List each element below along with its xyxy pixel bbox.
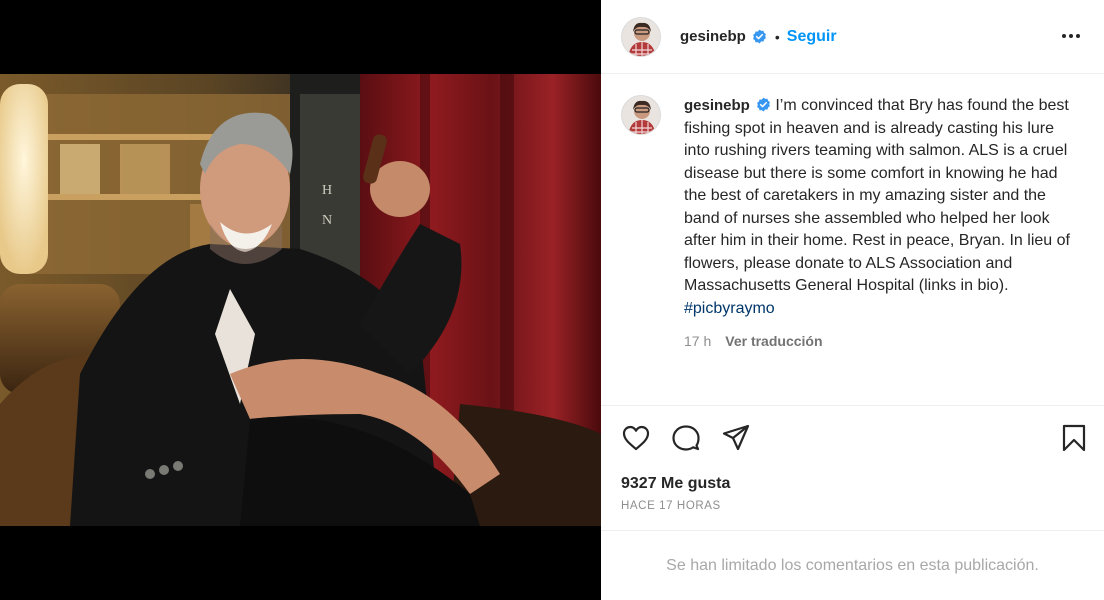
share-icon[interactable] xyxy=(721,423,751,453)
post-photo-image: H N xyxy=(0,74,601,526)
comments-area: gesinebp I’m convinced that Bry has foun… xyxy=(601,75,1104,406)
post-photo[interactable]: H N xyxy=(0,74,601,526)
avatar-image xyxy=(622,17,660,56)
post-modal: H N gesinebp • Seguir gesinebp I’m convi… xyxy=(0,0,1104,600)
svg-text:H: H xyxy=(322,183,332,198)
caption: gesinebp I’m convinced that Bry has foun… xyxy=(684,95,1076,353)
comment-icon[interactable] xyxy=(671,423,701,453)
caption-text: I’m convinced that Bry has found the bes… xyxy=(684,97,1070,294)
caption-avatar[interactable] xyxy=(621,95,661,135)
action-bar xyxy=(601,407,1104,467)
svg-text:N: N xyxy=(322,213,332,228)
translate-button[interactable]: Ver traducción xyxy=(725,330,822,353)
header-separator: • xyxy=(774,28,780,45)
caption-time[interactable]: 17 h xyxy=(684,330,711,353)
bookmark-icon[interactable] xyxy=(1059,423,1089,453)
heart-icon[interactable] xyxy=(621,423,651,453)
verified-badge-icon xyxy=(752,29,766,44)
caption-username[interactable]: gesinebp xyxy=(684,97,750,114)
comments-limited-notice: Se han limitado los comentarios en esta … xyxy=(601,530,1104,600)
post-header: gesinebp • Seguir xyxy=(601,0,1104,74)
caption-meta: 17 h Ver traducción xyxy=(684,330,1076,353)
caption-avatar-image xyxy=(622,96,660,134)
hashtag-link[interactable]: #picbyraymo xyxy=(684,300,775,317)
more-options-icon[interactable] xyxy=(1060,26,1082,46)
post-timestamp[interactable]: HACE 17 HORAS xyxy=(621,500,721,512)
media-area: H N xyxy=(0,0,601,600)
header-username[interactable]: gesinebp xyxy=(680,28,746,45)
caption-row: gesinebp I’m convinced that Bry has foun… xyxy=(621,95,1076,353)
follow-button[interactable]: Seguir xyxy=(787,28,837,46)
avatar[interactable] xyxy=(621,16,661,57)
post-side-panel: gesinebp • Seguir gesinebp I’m convinced… xyxy=(601,0,1104,600)
caption-verified-badge-icon xyxy=(756,97,770,112)
likes-count[interactable]: 9327 Me gusta xyxy=(621,475,730,493)
